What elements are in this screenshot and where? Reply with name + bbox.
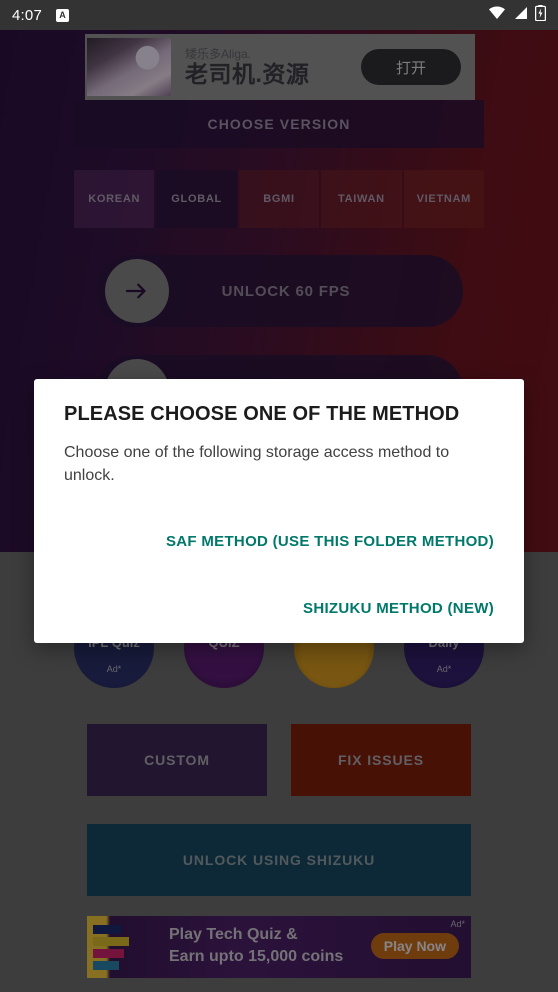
battery-charging-icon	[534, 4, 547, 26]
method-choice-dialog: PLEASE CHOOSE ONE OF THE METHOD Choose o…	[34, 379, 524, 643]
dialog-message: Choose one of the following storage acce…	[64, 444, 450, 484]
wifi-icon	[488, 6, 506, 25]
saf-method-button[interactable]: SAF METHOD (USE THIS FOLDER METHOD)	[158, 527, 502, 556]
status-time: 4:07	[12, 6, 42, 24]
shizuku-method-button[interactable]: SHIZUKU METHOD (NEW)	[295, 594, 502, 623]
app-notification-icon: A	[56, 8, 69, 22]
dialog-title: PLEASE CHOOSE ONE OF THE METHOD	[64, 403, 460, 425]
phone-screen: 矮乐多Aliga. 老司机.资源 打开 CHOOSE VERSION KOREA…	[0, 0, 558, 992]
status-icons	[488, 4, 547, 26]
status-bar: 4:07 A	[0, 0, 558, 30]
cell-signal-icon	[513, 6, 528, 25]
